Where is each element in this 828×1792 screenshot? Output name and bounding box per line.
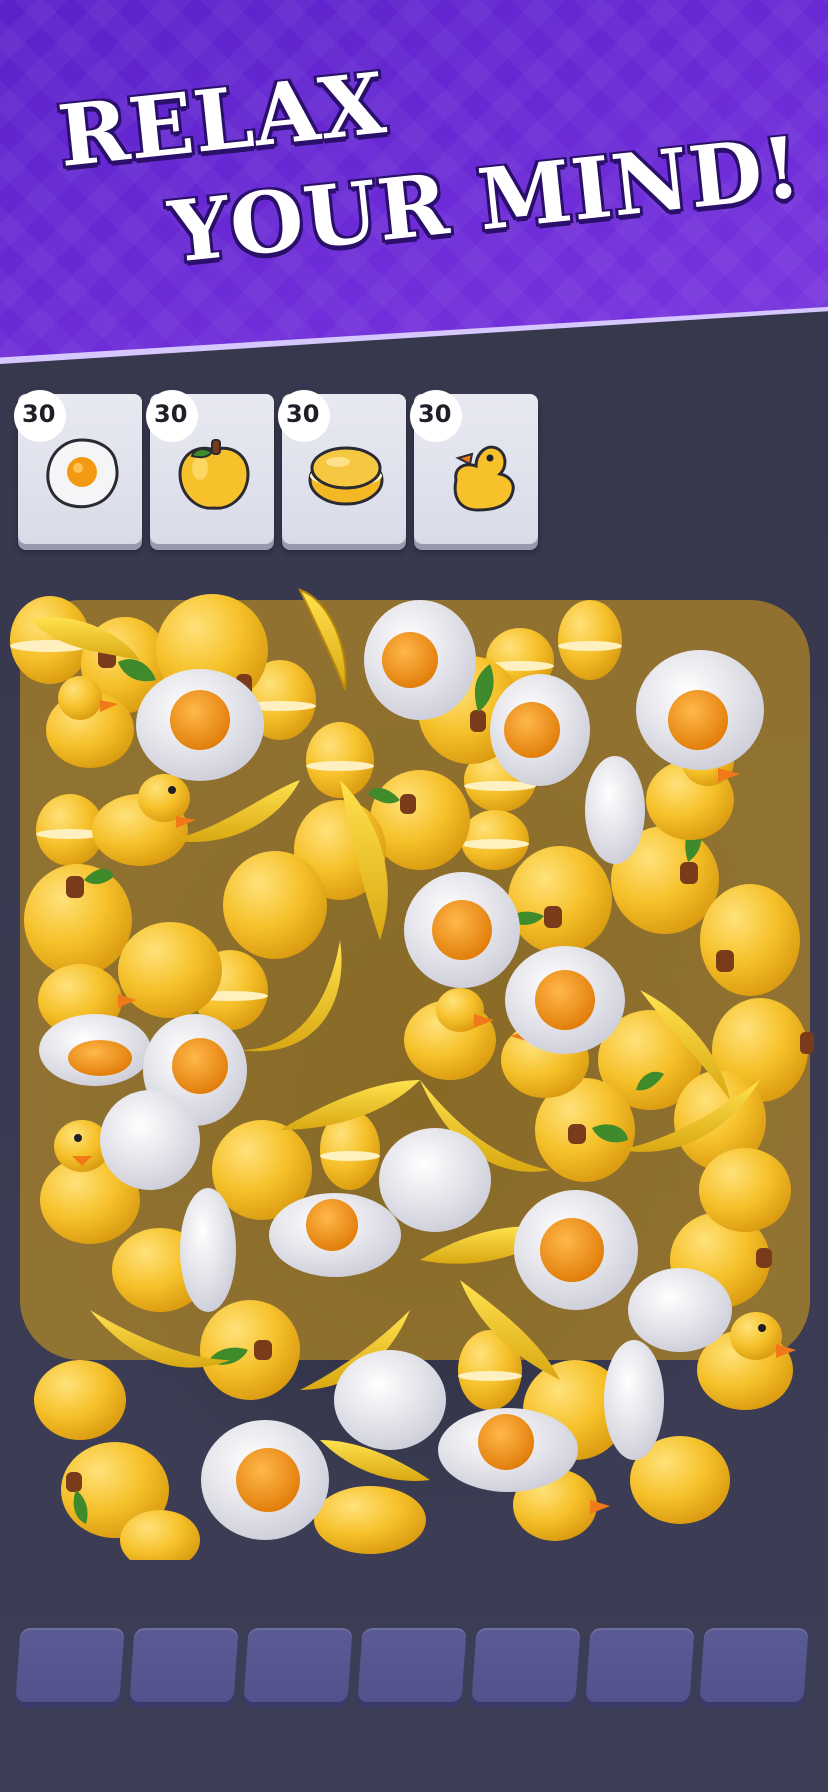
- tray-slot: [699, 1628, 809, 1702]
- apple[interactable]: [223, 851, 327, 959]
- fried-egg[interactable]: [100, 1090, 200, 1190]
- apple[interactable]: [700, 884, 800, 996]
- fried-egg[interactable]: [201, 1420, 329, 1540]
- goal-card-duck: 30: [410, 390, 538, 544]
- tray-slot: [15, 1628, 125, 1702]
- rubber-duck[interactable]: [34, 1360, 126, 1440]
- macaron-icon: [308, 446, 384, 506]
- goal-count: 30: [154, 400, 188, 428]
- fried-egg[interactable]: [490, 674, 590, 786]
- apple-icon: [178, 439, 250, 510]
- fried-egg[interactable]: [334, 1350, 446, 1450]
- goal-cards: 30 30 30 30: [14, 390, 538, 544]
- fried-egg[interactable]: [604, 1340, 664, 1460]
- fried-egg[interactable]: [379, 1128, 491, 1232]
- fried-egg[interactable]: [514, 1190, 638, 1310]
- rubber-duck[interactable]: [699, 1148, 791, 1232]
- apple[interactable]: [24, 864, 132, 976]
- apple[interactable]: [508, 846, 612, 954]
- apple[interactable]: [118, 922, 222, 1018]
- fried-egg[interactable]: [505, 946, 625, 1054]
- tray-slot: [129, 1628, 239, 1702]
- tray-slot: [357, 1628, 467, 1702]
- fried-egg[interactable]: [39, 1014, 151, 1086]
- fried-egg-icon: [46, 438, 119, 509]
- rubber-duck-icon: [453, 445, 515, 512]
- fried-egg[interactable]: [404, 872, 520, 988]
- tray-slot: [585, 1628, 695, 1702]
- goal-card-apple: 30: [146, 390, 274, 544]
- goal-count: 30: [22, 400, 56, 428]
- tray-slot: [243, 1628, 353, 1702]
- fried-egg[interactable]: [136, 669, 264, 781]
- pile-items[interactable]: [0, 580, 828, 1560]
- apple[interactable]: [200, 1300, 300, 1400]
- goal-count: 30: [286, 400, 320, 428]
- tray-slot: [471, 1628, 581, 1702]
- fried-egg[interactable]: [364, 600, 476, 720]
- fried-egg[interactable]: [269, 1193, 401, 1277]
- collection-tray: [15, 1628, 809, 1702]
- goal-card-macaron: 30: [278, 390, 406, 544]
- fried-egg[interactable]: [585, 756, 645, 864]
- rubber-duck[interactable]: [314, 1486, 426, 1554]
- fried-egg[interactable]: [438, 1408, 578, 1492]
- fried-egg[interactable]: [636, 650, 764, 770]
- macaron[interactable]: [306, 722, 374, 798]
- goal-count: 30: [418, 400, 452, 428]
- macaron[interactable]: [461, 810, 529, 870]
- goal-card-egg: 30: [14, 390, 142, 544]
- fried-egg[interactable]: [628, 1268, 732, 1352]
- macaron[interactable]: [558, 600, 622, 680]
- item-pile[interactable]: [0, 580, 828, 1560]
- fried-egg[interactable]: [180, 1188, 236, 1312]
